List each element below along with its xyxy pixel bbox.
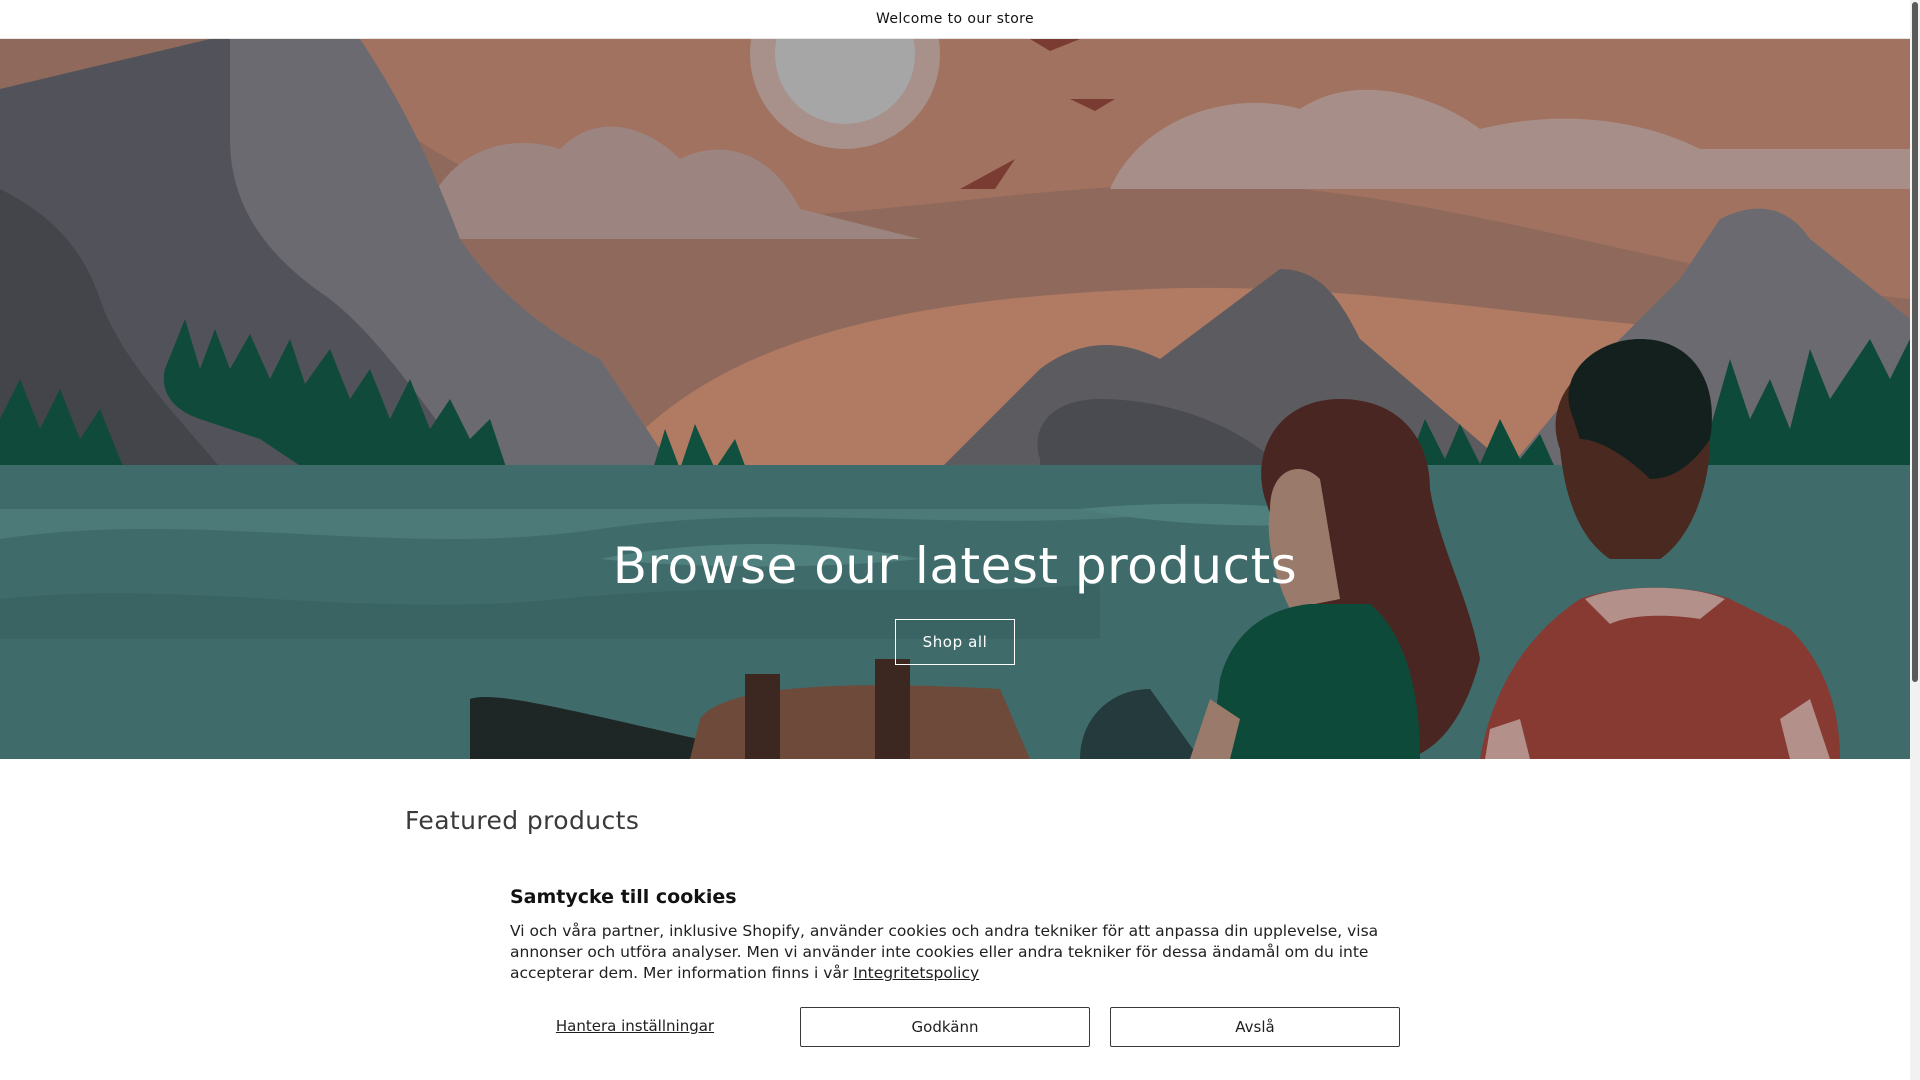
scrollbar-thumb[interactable] [1912,2,1918,682]
hero-content: Browse our latest products Shop all [0,39,1910,759]
page-scrollbar[interactable] [1910,0,1920,1080]
hero-title: Browse our latest products [612,537,1298,595]
cookie-title: Samtycke till cookies [510,886,737,908]
cookie-description: Vi och våra partner, inklusive Shopify, … [510,921,1420,984]
hero-banner: Browse our latest products Shop all [0,39,1910,759]
announcement-bar: Welcome to our store [0,0,1910,39]
decline-cookies-button[interactable]: Avslå [1110,1007,1400,1047]
announcement-text: Welcome to our store [875,11,1035,27]
shop-all-button[interactable]: Shop all [895,619,1015,665]
featured-products-heading: Featured products [405,806,640,835]
privacy-policy-link[interactable]: Integritetspolicy [853,964,979,982]
cookie-consent-banner: Samtycke till cookies Vi och våra partne… [490,866,1430,1080]
accept-cookies-button[interactable]: Godkänn [800,1007,1090,1047]
manage-settings-button[interactable]: Hantera inställningar [510,1006,760,1046]
